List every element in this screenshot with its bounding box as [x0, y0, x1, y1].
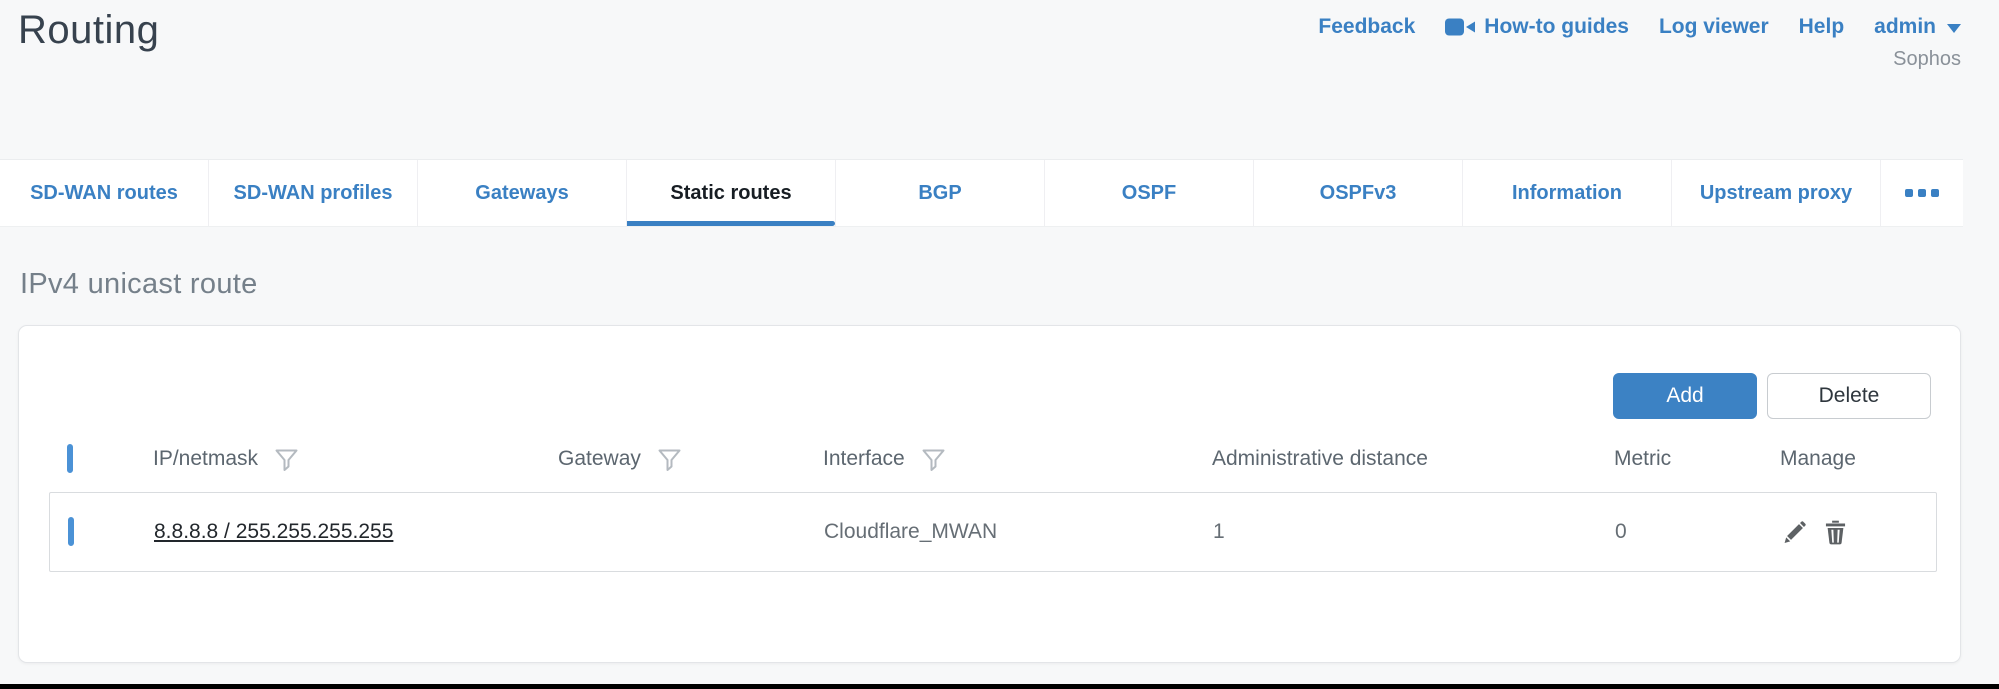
log-viewer-label: Log viewer: [1659, 15, 1769, 39]
panel-buttons: Add Delete: [1613, 373, 1931, 419]
howto-guides-link[interactable]: How-to guides: [1445, 15, 1629, 39]
column-header-ip-netmask: IP/netmask: [153, 447, 258, 471]
column-header-manage: Manage: [1780, 447, 1856, 471]
delete-button[interactable]: Delete: [1767, 373, 1931, 419]
column-header-gateway: Gateway: [558, 447, 641, 471]
ellipsis-dot: [1918, 189, 1926, 197]
route-admin-distance-value: 1: [1213, 520, 1225, 543]
tab-label: SD-WAN profiles: [234, 182, 393, 205]
feedback-label: Feedback: [1318, 15, 1415, 39]
tab-sd-wan-profiles[interactable]: SD-WAN profiles: [209, 160, 418, 226]
table-row: 8.8.8.8 / 255.255.255.255 Cloudflare_MWA…: [49, 492, 1937, 572]
tab-label: Gateways: [475, 182, 568, 205]
page-title: Routing: [18, 8, 159, 53]
route-ip-netmask-link[interactable]: 8.8.8.8 / 255.255.255.255: [154, 520, 393, 543]
tab-static-routes[interactable]: Static routes: [627, 160, 836, 226]
help-link[interactable]: Help: [1799, 15, 1845, 39]
delete-trash-icon[interactable]: [1822, 519, 1849, 546]
tab-bgp[interactable]: BGP: [836, 160, 1045, 226]
howto-guides-label: How-to guides: [1484, 15, 1629, 39]
tab-label: BGP: [918, 182, 961, 205]
add-button[interactable]: Add: [1613, 373, 1757, 419]
video-camera-icon: [1445, 17, 1475, 37]
tab-upstream-proxy[interactable]: Upstream proxy: [1672, 160, 1881, 226]
feedback-link[interactable]: Feedback: [1318, 15, 1415, 39]
tab-label: OSPF: [1122, 182, 1176, 205]
tab-sd-wan-routes[interactable]: SD-WAN routes: [0, 160, 209, 226]
select-all-checkbox[interactable]: [67, 444, 73, 473]
help-label: Help: [1799, 15, 1845, 39]
filter-icon[interactable]: [920, 446, 947, 473]
row-checkbox[interactable]: [68, 517, 74, 546]
tab-gateways[interactable]: Gateways: [418, 160, 627, 226]
admin-label: admin: [1874, 15, 1936, 39]
admin-menu[interactable]: admin: [1874, 15, 1961, 39]
ellipsis-dot: [1931, 189, 1939, 197]
tab-label: Information: [1512, 182, 1622, 205]
table-header: IP/netmask Gateway Interface Administrat…: [49, 434, 1937, 484]
filter-icon[interactable]: [273, 446, 300, 473]
tab-label: Static routes: [670, 182, 791, 205]
screen-bottom-edge: [0, 684, 1999, 689]
column-header-admin-distance: Administrative distance: [1212, 447, 1428, 471]
column-header-metric: Metric: [1614, 447, 1671, 471]
edit-pencil-icon[interactable]: [1781, 519, 1808, 546]
chevron-down-icon: [1947, 24, 1961, 33]
brand-label: Sophos: [1893, 48, 1961, 71]
ellipsis-dot: [1905, 189, 1913, 197]
static-routes-panel: Add Delete IP/netmask Gateway Interface …: [18, 325, 1961, 663]
tab-label: OSPFv3: [1320, 182, 1397, 205]
log-viewer-link[interactable]: Log viewer: [1659, 15, 1769, 39]
tab-overflow-ellipsis-icon[interactable]: [1881, 160, 1963, 226]
tab-ospf[interactable]: OSPF: [1045, 160, 1254, 226]
tab-ospfv3[interactable]: OSPFv3: [1254, 160, 1463, 226]
filter-icon[interactable]: [656, 446, 683, 473]
tab-label: SD-WAN routes: [30, 182, 178, 205]
top-navigation: Feedback How-to guides Log viewer Help a…: [1318, 15, 1961, 39]
route-metric-value: 0: [1615, 520, 1627, 543]
tab-bar: SD-WAN routes SD-WAN profiles Gateways S…: [0, 159, 1963, 227]
route-interface-value: Cloudflare_MWAN: [824, 520, 997, 543]
tab-label: Upstream proxy: [1700, 182, 1852, 205]
column-header-interface: Interface: [823, 447, 905, 471]
tab-information[interactable]: Information: [1463, 160, 1672, 226]
section-heading: IPv4 unicast route: [20, 268, 258, 301]
